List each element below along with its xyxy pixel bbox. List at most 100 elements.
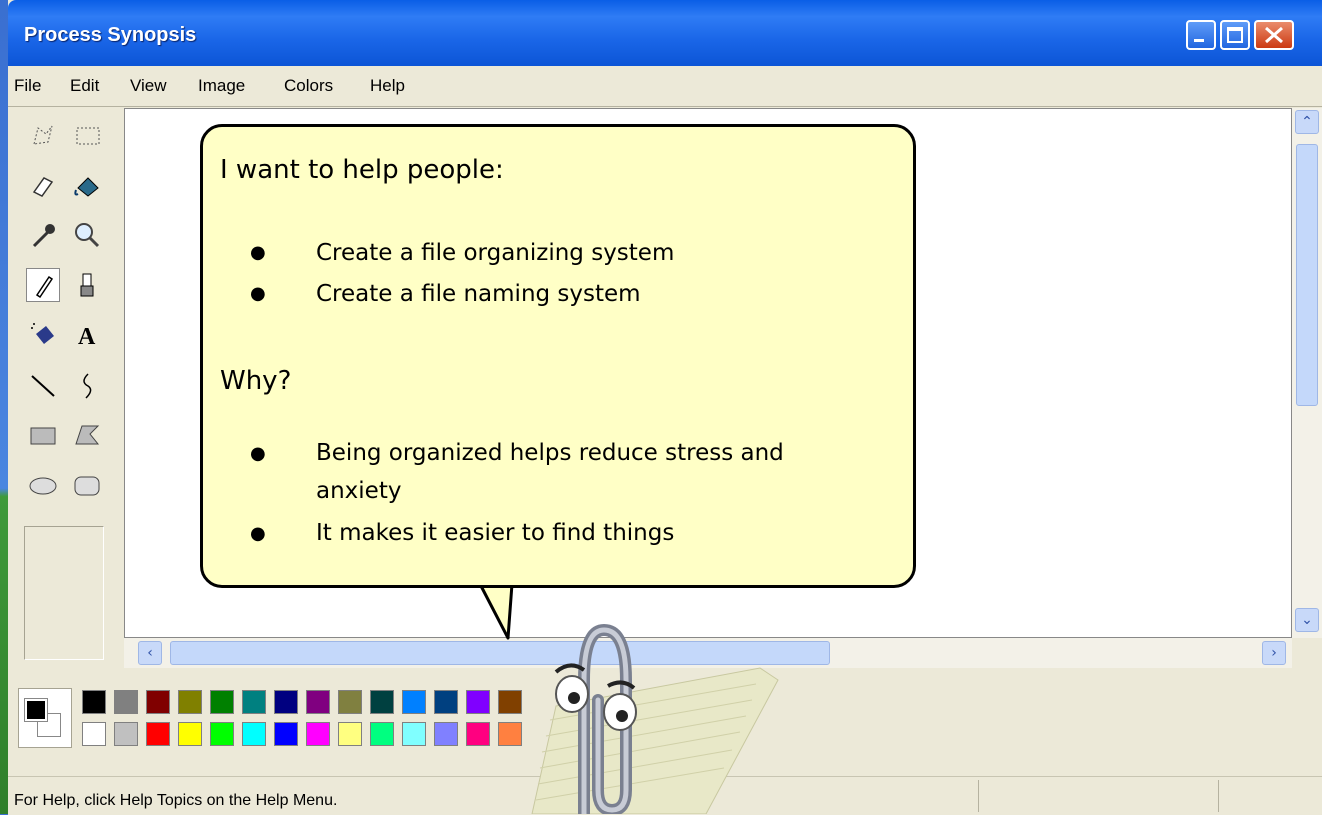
bubble-list1-item-2: Create a file naming system — [316, 281, 641, 307]
menu-image[interactable]: Image — [198, 76, 245, 96]
palette-color-swatch[interactable] — [178, 690, 202, 714]
scroll-up-button[interactable]: ⌃ — [1295, 110, 1319, 134]
polygon-tool[interactable] — [70, 418, 104, 452]
rectangle-tool[interactable] — [26, 418, 60, 452]
brush-icon — [80, 273, 94, 297]
menu-file[interactable]: File — [14, 76, 41, 96]
menu-help[interactable]: Help — [370, 76, 405, 96]
bubble-heading-1: I want to help people: — [220, 155, 504, 185]
palette-color-swatch[interactable] — [210, 722, 234, 746]
palette-color-swatch[interactable] — [178, 722, 202, 746]
palette-color-swatch[interactable] — [466, 690, 490, 714]
eyedropper-icon — [32, 224, 55, 248]
free-form-select-icon — [33, 125, 53, 145]
tool-options-box[interactable] — [24, 526, 104, 660]
bubble-list2-item-2: It makes it easier to find things — [316, 520, 675, 546]
clippy-speech-bubble — [200, 124, 916, 588]
vertical-scroll-thumb[interactable] — [1296, 144, 1318, 406]
window-title: Process Synopsis — [24, 24, 197, 46]
ellipse-icon — [29, 477, 57, 495]
bubble-heading-2: Why? — [220, 366, 292, 396]
palette-color-swatch[interactable] — [306, 690, 330, 714]
curve-tool[interactable] — [70, 368, 104, 402]
bubble-list2-item-1-cont: anxiety — [316, 478, 402, 504]
palette-color-swatch[interactable] — [434, 722, 458, 746]
curve-icon — [83, 373, 92, 399]
fill-tool[interactable] — [70, 168, 104, 202]
palette-color-swatch[interactable] — [146, 722, 170, 746]
palette-color-swatch[interactable] — [210, 690, 234, 714]
palette-color-swatch[interactable] — [242, 690, 266, 714]
bubble-tail — [478, 580, 514, 640]
palette-color-swatch[interactable] — [114, 722, 138, 746]
select-tool[interactable] — [70, 118, 104, 152]
rounded-rectangle-icon — [74, 476, 100, 496]
palette-color-swatch[interactable] — [338, 722, 362, 746]
palette-color-swatch[interactable] — [274, 722, 298, 746]
menu-view[interactable]: View — [130, 76, 167, 96]
line-tool[interactable] — [26, 368, 60, 402]
clippy-paperclip-icon — [531, 623, 779, 814]
maximize-button[interactable] — [1220, 20, 1250, 50]
palette-color-swatch[interactable] — [242, 722, 266, 746]
palette-color-swatch[interactable] — [114, 690, 138, 714]
airbrush-icon — [31, 323, 54, 344]
vertical-scrollbar[interactable]: ⌃ ⌄ — [1292, 108, 1322, 638]
menu-colors[interactable]: Colors — [284, 76, 333, 96]
svg-text:A: A — [78, 324, 96, 350]
airbrush-tool[interactable] — [26, 318, 60, 352]
bullet: ● — [250, 443, 266, 464]
rounded-rectangle-tool[interactable] — [70, 468, 104, 502]
palette-color-swatch[interactable] — [434, 690, 458, 714]
line-icon — [31, 375, 55, 397]
close-icon — [1265, 26, 1283, 44]
select-icon — [76, 127, 100, 145]
bullet: ● — [250, 523, 266, 544]
palette-color-swatch[interactable] — [402, 690, 426, 714]
status-text: For Help, click Help Topics on the Help … — [14, 792, 338, 809]
bullet: ● — [250, 242, 266, 263]
palette-color-swatch[interactable] — [498, 722, 522, 746]
magnifier-icon — [75, 223, 100, 248]
palette-color-swatch[interactable] — [82, 722, 106, 746]
title-bar[interactable]: Process Synopsis — [8, 0, 1322, 66]
brush-tool[interactable] — [70, 268, 104, 302]
polygon-icon — [75, 425, 100, 445]
palette-color-swatch[interactable] — [466, 722, 490, 746]
current-colors — [18, 688, 72, 748]
palette-color-swatch[interactable] — [498, 690, 522, 714]
scroll-right-button[interactable]: › — [1262, 641, 1286, 665]
bullet: ● — [250, 283, 266, 304]
minimize-icon — [1194, 39, 1204, 42]
palette-color-swatch[interactable] — [146, 690, 170, 714]
scroll-down-button[interactable]: ⌄ — [1295, 608, 1319, 632]
close-button[interactable] — [1254, 20, 1294, 50]
palette-color-swatch[interactable] — [82, 690, 106, 714]
palette-color-swatch[interactable] — [274, 690, 298, 714]
rectangle-icon — [30, 427, 56, 445]
text-icon: A — [78, 324, 96, 350]
palette-color-swatch[interactable] — [338, 690, 362, 714]
bubble-list2-item-1: Being organized helps reduce stress and — [316, 440, 784, 466]
foreground-color — [24, 698, 48, 722]
paint-bucket-icon — [74, 177, 99, 197]
pencil-tool[interactable] — [26, 268, 60, 302]
eraser-tool[interactable] — [26, 168, 60, 202]
bubble-list1-item-1: Create a file organizing system — [316, 240, 675, 266]
ellipse-tool[interactable] — [26, 468, 60, 502]
status-divider — [978, 780, 979, 812]
magnifier-tool[interactable] — [70, 218, 104, 252]
scroll-left-button[interactable]: ‹ — [138, 641, 162, 665]
menu-edit[interactable]: Edit — [70, 76, 99, 96]
pick-color-tool[interactable] — [26, 218, 60, 252]
palette-color-swatch[interactable] — [370, 722, 394, 746]
minimize-button[interactable] — [1186, 20, 1216, 50]
status-divider — [1218, 780, 1219, 812]
free-form-select-tool[interactable] — [26, 118, 60, 152]
palette-color-swatch[interactable] — [402, 722, 426, 746]
maximize-icon — [1227, 27, 1243, 43]
palette-color-swatch[interactable] — [306, 722, 330, 746]
text-tool[interactable]: A — [70, 318, 104, 352]
palette-color-swatch[interactable] — [370, 690, 394, 714]
pencil-icon — [35, 275, 54, 299]
